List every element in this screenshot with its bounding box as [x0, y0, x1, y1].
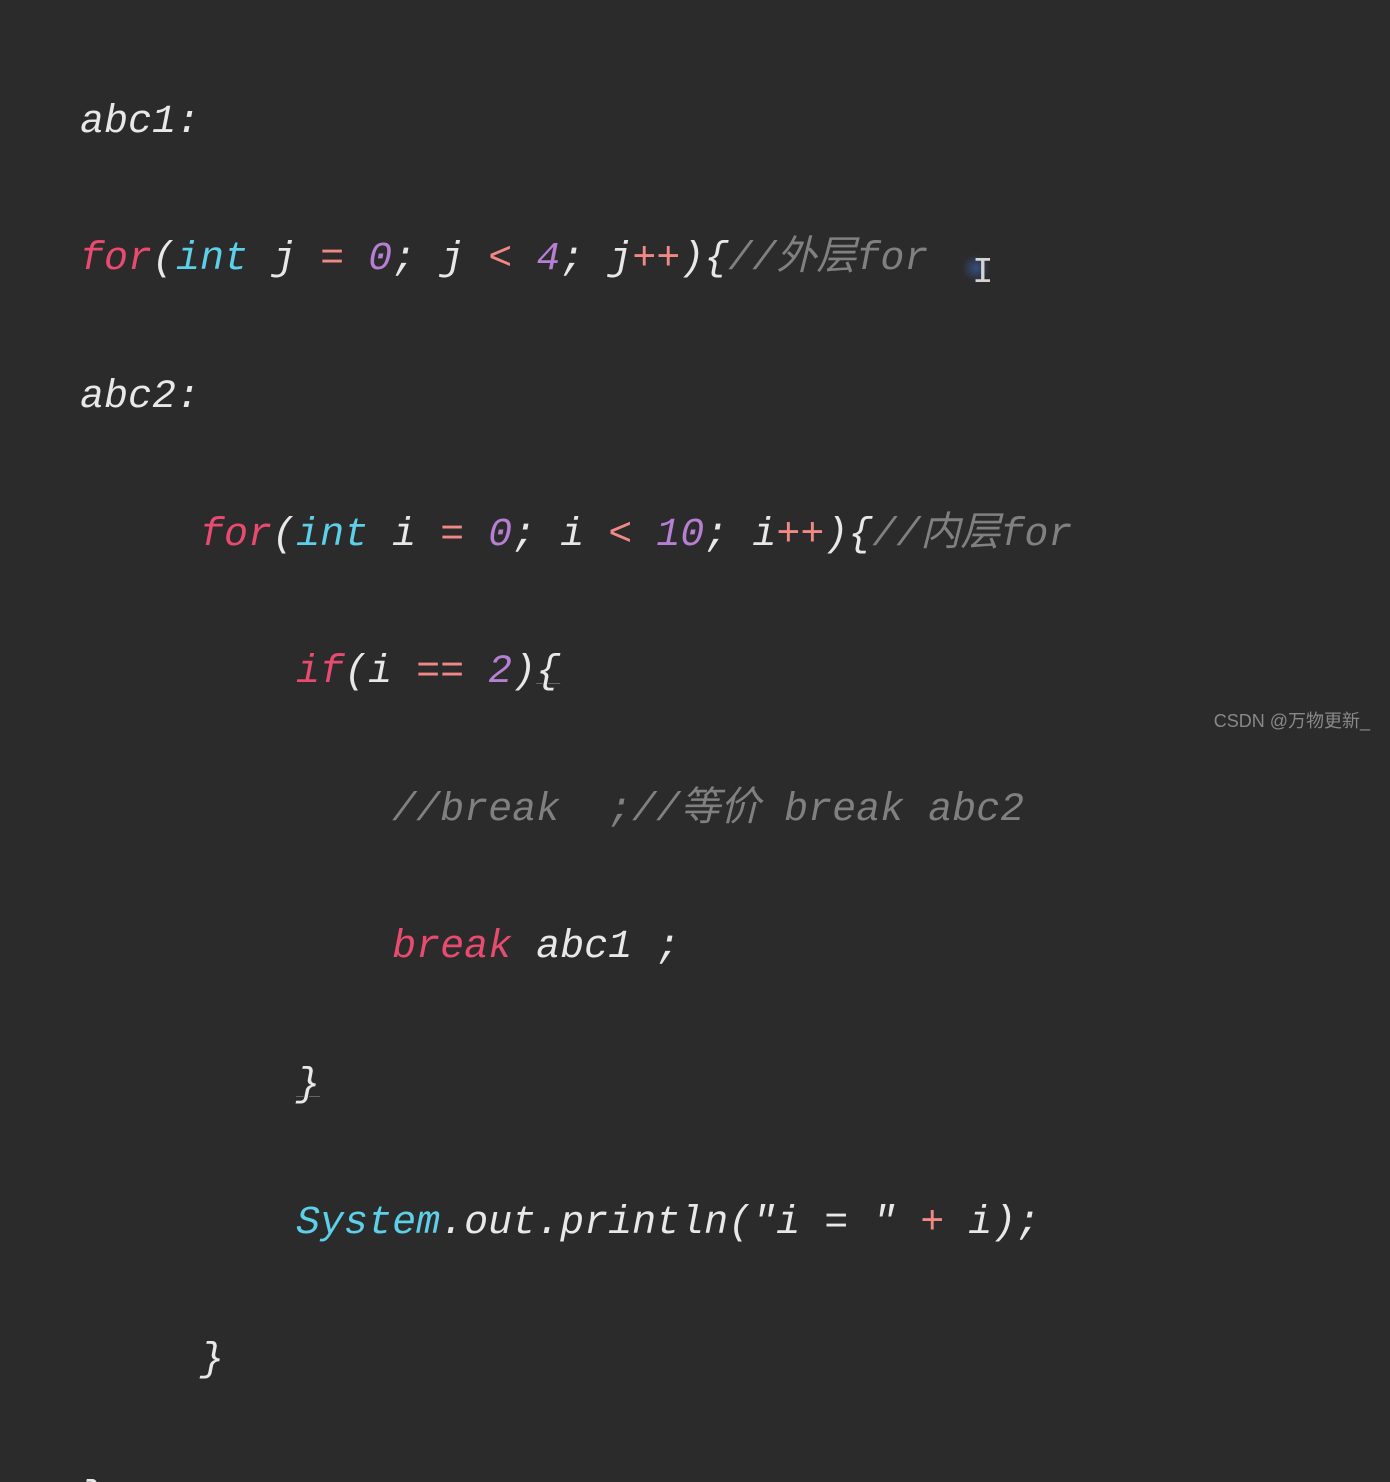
- semicolon: ;: [1016, 1201, 1040, 1246]
- open-paren: (: [152, 237, 176, 282]
- semicolon: ;: [704, 513, 728, 558]
- close-paren: ): [992, 1201, 1016, 1246]
- num-2: 2: [488, 650, 512, 695]
- semicolon: ;: [512, 513, 536, 558]
- open-paren: (: [344, 650, 368, 695]
- var-i: i: [560, 513, 584, 558]
- indent: [80, 650, 296, 695]
- string-content: i =: [776, 1201, 872, 1246]
- num-0: 0: [368, 237, 392, 282]
- var-j: j: [608, 237, 632, 282]
- quote: ": [752, 1201, 776, 1246]
- var-i: i: [392, 513, 416, 558]
- code-line-3: abc2:: [80, 364, 1390, 433]
- plus-op: +: [920, 1201, 944, 1246]
- code-line-7: break abc1 ;: [80, 914, 1390, 983]
- lt-op: <: [608, 513, 632, 558]
- if-keyword: if: [296, 650, 344, 695]
- for-keyword: for: [200, 513, 272, 558]
- assign-op: =: [320, 237, 344, 282]
- num-4: 4: [536, 237, 560, 282]
- indent: [80, 1338, 200, 1383]
- open-paren: (: [728, 1201, 752, 1246]
- var-j: j: [440, 237, 464, 282]
- watermark: CSDN @万物更新_: [1214, 707, 1370, 733]
- for-keyword: for: [80, 237, 152, 282]
- colon: :: [176, 375, 200, 420]
- comment-break-equiv: //break ;//等价 break abc2: [392, 788, 1024, 833]
- indent: [80, 925, 392, 970]
- label-abc1: abc1: [80, 100, 176, 145]
- indent: [80, 788, 392, 833]
- colon: :: [176, 100, 200, 145]
- println-method: println: [560, 1201, 728, 1246]
- code-line-8: }: [80, 1052, 1390, 1121]
- var-j: j: [272, 237, 296, 282]
- semicolon: ;: [392, 237, 416, 282]
- var-i: i: [752, 513, 776, 558]
- semicolon: ;: [656, 925, 680, 970]
- open-brace: {: [704, 237, 728, 282]
- num-0: 0: [488, 513, 512, 558]
- dot: .: [536, 1201, 560, 1246]
- system-class: System: [296, 1201, 440, 1246]
- code-line-2: for(int j = 0; j < 4; j++){//外层for: [80, 226, 1390, 295]
- indent: [80, 1201, 296, 1246]
- code-line-9: System.out.println("i = " + i);: [80, 1190, 1390, 1259]
- close-paren: ): [512, 650, 536, 695]
- code-line-6: //break ;//等价 break abc2: [80, 777, 1390, 846]
- indent: [80, 513, 200, 558]
- semicolon: ;: [560, 237, 584, 282]
- open-paren: (: [272, 513, 296, 558]
- incr-op: ++: [632, 237, 680, 282]
- close-paren: ): [680, 237, 704, 282]
- code-line-1: abc1:: [80, 89, 1390, 158]
- code-line-4: for(int i = 0; i < 10; i++){//内层for: [80, 502, 1390, 571]
- assign-op: =: [440, 513, 464, 558]
- open-brace: {: [536, 650, 560, 695]
- comment-outer: //外层for: [728, 237, 928, 282]
- code-line-11: }: [80, 1465, 1390, 1482]
- break-label: abc1: [536, 925, 632, 970]
- code-line-10: }: [80, 1327, 1390, 1396]
- close-paren: ): [824, 513, 848, 558]
- comment-inner: //内层for: [872, 513, 1072, 558]
- close-brace: }: [296, 1063, 320, 1108]
- eq-op: ==: [416, 650, 464, 695]
- indent: [80, 1063, 296, 1108]
- close-brace: }: [200, 1338, 224, 1383]
- out-field: out: [464, 1201, 536, 1246]
- dot: .: [440, 1201, 464, 1246]
- var-i: i: [368, 650, 392, 695]
- label-abc2: abc2: [80, 375, 176, 420]
- lt-op: <: [488, 237, 512, 282]
- open-brace: {: [848, 513, 872, 558]
- code-line-5: if(i == 2){: [80, 639, 1390, 708]
- close-brace: }: [80, 1476, 104, 1482]
- num-10: 10: [656, 513, 704, 558]
- int-type: int: [296, 513, 368, 558]
- incr-op: ++: [776, 513, 824, 558]
- var-i: i: [968, 1201, 992, 1246]
- quote: ": [872, 1201, 896, 1246]
- break-keyword: break: [392, 925, 512, 970]
- int-type: int: [176, 237, 248, 282]
- code-editor[interactable]: abc1: for(int j = 0; j < 4; j++){//外层for…: [0, 0, 1390, 1482]
